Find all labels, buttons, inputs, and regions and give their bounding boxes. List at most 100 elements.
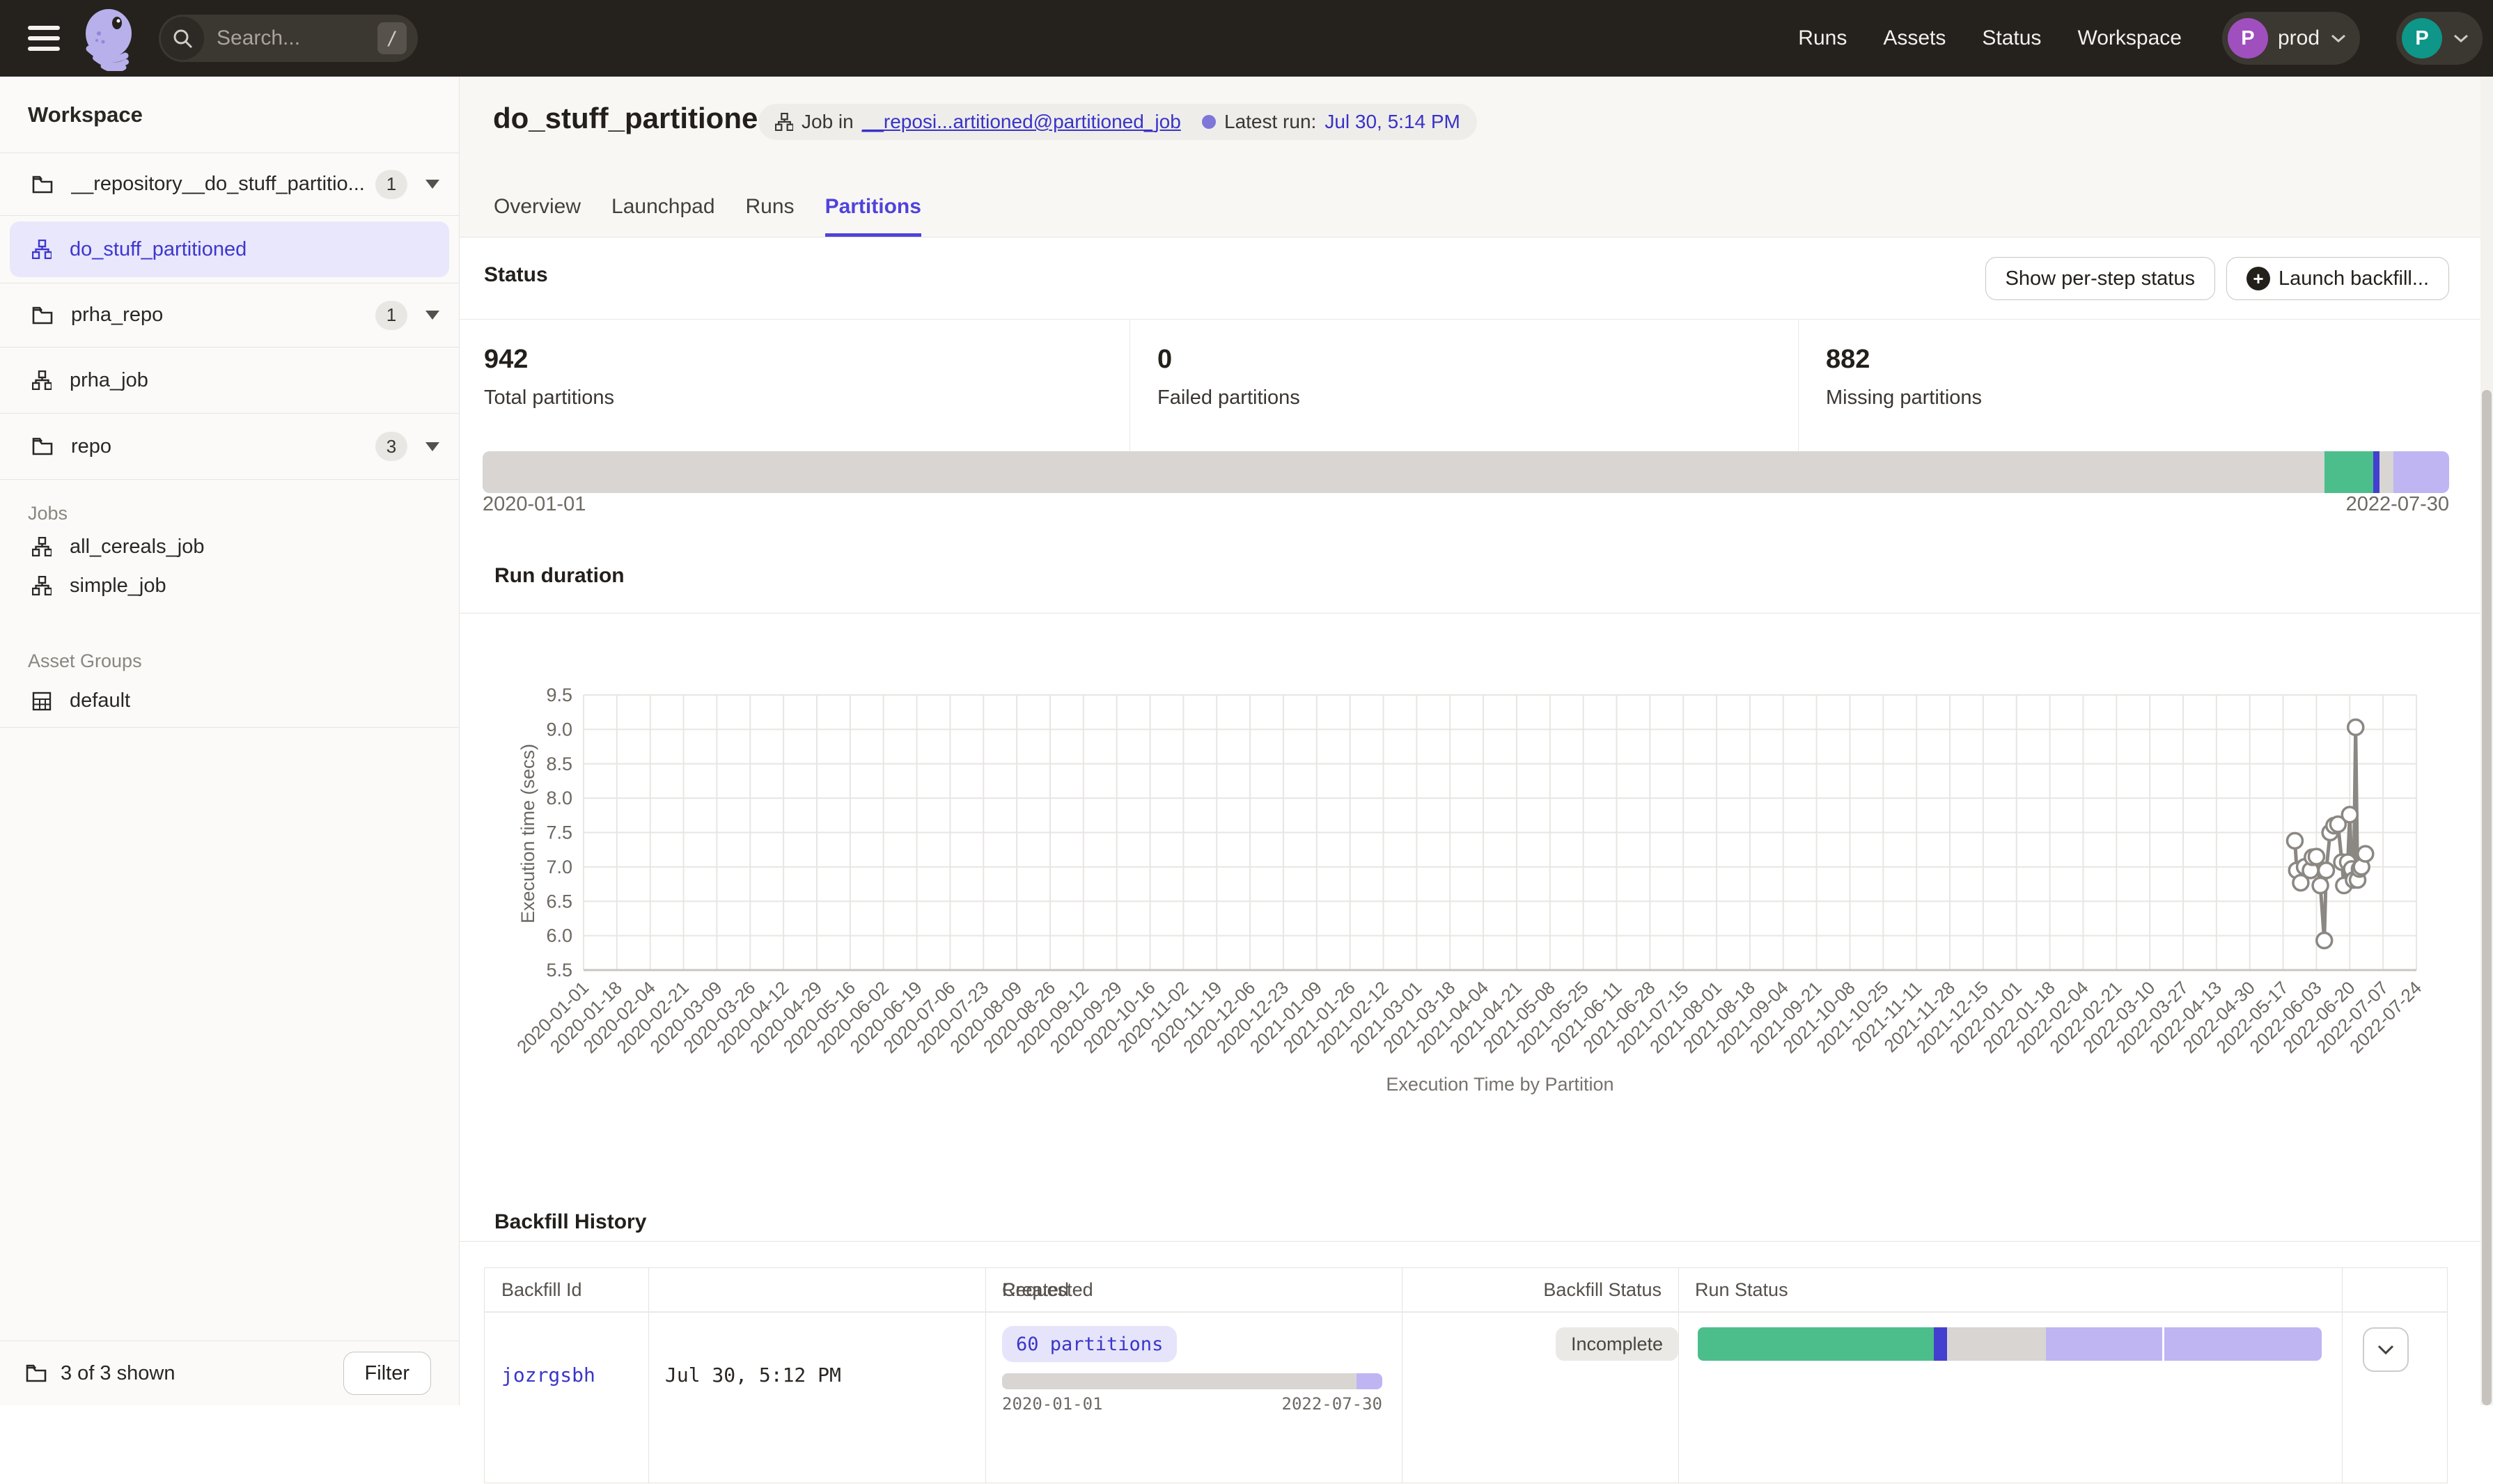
- deployment-switcher[interactable]: P prod: [2222, 12, 2360, 65]
- nav-assets[interactable]: Assets: [1883, 26, 1946, 50]
- repo-count-badge: 3: [375, 432, 407, 461]
- asset-groups-section-heading: Asset Groups: [0, 647, 459, 675]
- backfill-history-table: Backfill Id Created Requested Backfill S…: [484, 1267, 2448, 1483]
- col-header-run-status: Run Status: [1695, 1268, 1974, 1311]
- search-input[interactable]: Search... /: [159, 15, 418, 62]
- job-origin-pill: Job in __reposi...artitioned@partitioned…: [758, 104, 1224, 140]
- sidebar-item-default-asset-group[interactable]: default: [0, 675, 459, 728]
- dagster-logo-icon[interactable]: [78, 6, 143, 75]
- nav-runs[interactable]: Runs: [1798, 26, 1847, 50]
- jobs-section-heading: Jobs: [0, 499, 459, 527]
- latest-run-label: Latest run:: [1224, 111, 1316, 133]
- partition-status-bar[interactable]: [483, 451, 2449, 493]
- deployment-avatar: P: [2228, 18, 2268, 58]
- tab-partitions[interactable]: Partitions: [825, 195, 921, 237]
- shown-count-text: 3 of 3 shown: [61, 1362, 343, 1385]
- main-content: do_stuff_partitioned Job in __reposi...a…: [460, 77, 2493, 1405]
- svg-text:7.0: 7.0: [546, 857, 572, 877]
- repo-label: __repository__do_stuff_partitio...: [71, 173, 375, 196]
- run-duration-title: Run duration: [494, 564, 625, 588]
- nav-workspace[interactable]: Workspace: [2077, 26, 2182, 50]
- sidebar-item-do-stuff-partitioned[interactable]: do_stuff_partitioned: [10, 221, 449, 277]
- bar-segment-indigo: [1934, 1327, 1948, 1361]
- page-header: do_stuff_partitioned Job in __reposi...a…: [460, 77, 2493, 237]
- svg-text:8.0: 8.0: [546, 788, 572, 809]
- requested-range-bar: [1002, 1373, 1382, 1389]
- search-icon: [161, 17, 204, 60]
- job-icon: [32, 537, 52, 556]
- svg-text:9.5: 9.5: [546, 685, 572, 705]
- run-status-dot-icon: [1202, 115, 1216, 129]
- backfill-history-title: Backfill History: [494, 1210, 646, 1234]
- total-partitions-value: 942: [484, 345, 528, 375]
- job-icon: [32, 370, 52, 390]
- job-label: do_stuff_partitioned: [70, 238, 247, 261]
- row-expand-button[interactable]: [2363, 1327, 2409, 1372]
- col-header-requested: Requested: [1002, 1268, 1211, 1311]
- hamburger-menu-icon[interactable]: [28, 21, 63, 56]
- sidebar-title: Workspace: [0, 77, 459, 153]
- chevron-down-icon[interactable]: [425, 180, 439, 189]
- tab-overview[interactable]: Overview: [494, 195, 581, 237]
- bar-segment-lavender: [2046, 1327, 2162, 1361]
- user-menu[interactable]: P: [2396, 12, 2483, 65]
- bar-segment-lavender: [1357, 1373, 1382, 1389]
- folder-icon: [32, 306, 53, 325]
- failed-partitions-label: Failed partitions: [1157, 386, 1300, 409]
- run-status-bar[interactable]: [1698, 1327, 2322, 1361]
- bar-segment-gray: [483, 451, 2324, 493]
- chart-x-axis-caption: Execution Time by Partition: [1221, 1074, 1779, 1095]
- missing-partitions-value: 882: [1826, 345, 1870, 375]
- folder-icon: [26, 1364, 47, 1382]
- bar-segment-lavender: [2164, 1327, 2322, 1361]
- svg-text:8.5: 8.5: [546, 753, 572, 774]
- job-origin-link[interactable]: __reposi...artitioned@partitioned_job: [862, 111, 1181, 133]
- backfill-id-link[interactable]: jozrgsbh: [501, 1364, 595, 1387]
- chevron-down-icon[interactable]: [425, 442, 439, 451]
- launch-backfill-button[interactable]: + Launch backfill...: [2226, 257, 2449, 300]
- svg-text:9.0: 9.0: [546, 719, 572, 740]
- table-row: jozrgsbh Jul 30, 5:12 PM 60 partitions 2…: [485, 1312, 2447, 1484]
- scrollbar-track: [2480, 77, 2493, 1405]
- missing-partitions-label: Missing partitions: [1826, 386, 1982, 409]
- bar-segment-gray: [1002, 1373, 1357, 1389]
- svg-text:6.0: 6.0: [546, 925, 572, 946]
- job-icon: [775, 113, 793, 131]
- sidebar-repo-prha[interactable]: prha_repo 1: [0, 283, 459, 347]
- svg-text:5.5: 5.5: [546, 960, 572, 981]
- job-label: prha_job: [70, 369, 439, 392]
- nav-status[interactable]: Status: [1982, 26, 2041, 50]
- chevron-down-icon: [2331, 33, 2346, 43]
- repo-count-badge: 1: [375, 301, 407, 330]
- bar-segment-indigo: [2373, 451, 2379, 493]
- folder-icon: [32, 175, 53, 194]
- total-partitions-label: Total partitions: [484, 386, 614, 409]
- scrollbar-thumb[interactable]: [2482, 390, 2492, 1405]
- user-avatar: P: [2402, 18, 2442, 58]
- job-label: all_cereals_job: [70, 536, 204, 559]
- tab-launchpad[interactable]: Launchpad: [611, 195, 714, 237]
- sidebar-item-simple-job[interactable]: simple_job: [0, 566, 459, 605]
- sidebar-item-all-cereals-job[interactable]: all_cereals_job: [0, 527, 459, 566]
- requested-partitions-badge[interactable]: 60 partitions: [1002, 1326, 1177, 1362]
- launch-backfill-label: Launch backfill...: [2279, 267, 2429, 290]
- tab-bar: Overview Launchpad Runs Partitions: [494, 195, 921, 237]
- bar-segment-lavender: [2393, 451, 2449, 493]
- job-icon: [32, 240, 52, 259]
- partition-stats-row: 942 Total partitions 0 Failed partitions…: [460, 319, 2493, 453]
- sidebar-selected-wrap: do_stuff_partitioned: [0, 216, 459, 283]
- run-duration-chart[interactable]: 2020-01-012020-01-182020-02-042020-02-21…: [487, 669, 2493, 1128]
- sidebar-repo-do-stuff[interactable]: __repository__do_stuff_partitio... 1: [0, 153, 459, 216]
- backfill-status-badge: Incomplete: [1556, 1327, 1678, 1361]
- latest-run-link[interactable]: Jul 30, 5:14 PM: [1324, 111, 1460, 133]
- bar-segment-gray: [2379, 451, 2393, 493]
- show-per-step-status-button[interactable]: Show per-step status: [1985, 257, 2215, 300]
- latest-run-pill: Latest run: Jul 30, 5:14 PM: [1185, 104, 1477, 140]
- asset-group-label: default: [70, 689, 130, 712]
- filter-button[interactable]: Filter: [343, 1352, 431, 1395]
- tab-runs[interactable]: Runs: [746, 195, 795, 237]
- top-navigation-bar: Search... / Runs Assets Status Workspace…: [0, 0, 2493, 77]
- chevron-down-icon[interactable]: [425, 311, 439, 320]
- sidebar-repo-repo[interactable]: repo 3: [0, 414, 459, 480]
- sidebar-item-prha-job[interactable]: prha_job: [0, 347, 459, 414]
